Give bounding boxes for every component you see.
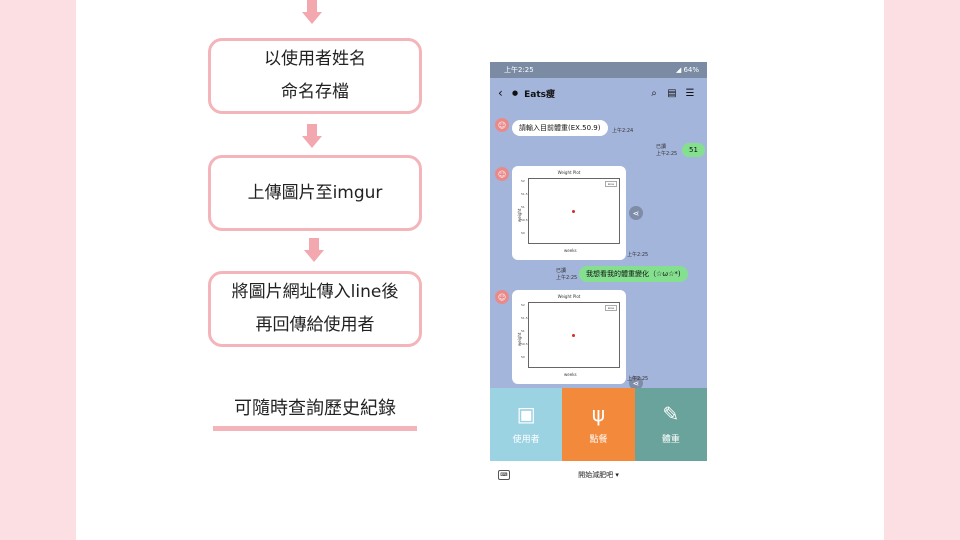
bot-avatar-icon: ☺ xyxy=(495,290,509,304)
menu-icon[interactable]: ☰ xyxy=(681,88,699,99)
flow-text: 命名存檔 xyxy=(281,82,349,102)
message-bubble: 請輸入目前體重(EX.50.9) xyxy=(512,120,608,136)
message-bubble: 我想看我的體重變化（☆ω☆*) xyxy=(579,266,688,282)
status-icons: ◢ 64% xyxy=(675,66,699,74)
plot-title: Weight Plot xyxy=(557,170,581,175)
message-time: 上午2:25 xyxy=(556,275,578,281)
phone-screenshot: 上午2:25 ◢ 64% ‹ ● Eats瘦 ⌕ ▤ ☰ ☺ 請輸入目前體重(E… xyxy=(490,62,707,488)
menu-label: 使用者 xyxy=(512,435,540,445)
status-time: 上午2:25 xyxy=(504,66,534,74)
history-underline xyxy=(213,426,417,431)
keyboard-icon[interactable]: ⌨ xyxy=(498,469,510,480)
menu-weight-button[interactable]: ✎ 體重 xyxy=(634,388,707,461)
plot-legend: Line xyxy=(604,305,617,311)
plot-title: Weight Plot xyxy=(557,294,581,299)
message-bubble: 51 xyxy=(682,143,705,157)
edit-icon: ✎ xyxy=(662,402,680,426)
message-time: 上午2:25 xyxy=(627,252,649,258)
rich-menu: ▣ 使用者 ψ 點餐 ✎ 體重 xyxy=(490,388,707,461)
y-tick: 52 xyxy=(521,179,525,183)
back-arrow-icon[interactable]: ‹ xyxy=(498,86,512,100)
plot-image[interactable]: Weight Plot Line 52 51.5 51 50.5 50 week… xyxy=(512,166,626,260)
y-tick: 50.5 xyxy=(521,342,528,346)
menu-switch-button[interactable]: 開始減肥吧 ▾ xyxy=(510,470,687,480)
y-tick: 50.5 xyxy=(521,218,528,222)
plot-axes: Line xyxy=(528,302,620,368)
flow-text: 將圖片網址傳入line後 xyxy=(231,282,399,302)
plot-axes: Line xyxy=(528,178,620,244)
flow-box-send: 將圖片網址傳入line後 再回傳給使用者 xyxy=(208,271,422,347)
read-receipt: 已讀 xyxy=(556,268,567,274)
flow-box-upload: 上傳圖片至imgur xyxy=(208,155,422,231)
data-point xyxy=(572,210,575,213)
menu-order-button[interactable]: ψ 點餐 xyxy=(562,388,635,461)
menu-label: 體重 xyxy=(661,435,680,445)
flow-text: 再回傳給使用者 xyxy=(255,315,375,335)
status-bar: 上午2:25 ◢ 64% xyxy=(490,62,707,78)
data-point xyxy=(572,334,575,337)
flow-box-save: 以使用者姓名 命名存檔 xyxy=(208,38,422,114)
y-tick: 50 xyxy=(521,355,525,359)
chat-area[interactable]: ☺ 請輸入目前體重(EX.50.9) 上午2:24 已讀 上午2:25 51 ☺… xyxy=(490,108,707,390)
y-tick: 52 xyxy=(521,303,525,307)
notes-icon[interactable]: ▤ xyxy=(663,88,681,99)
bottom-bar: ⌨ 開始減肥吧 ▾ xyxy=(490,461,707,488)
plot-xlabel: weeks xyxy=(564,248,577,253)
plot-legend: Line xyxy=(604,181,617,187)
flow-text: 上傳圖片至imgur xyxy=(247,182,383,203)
bot-avatar-icon: ● xyxy=(512,89,519,97)
message-time: 上午2:25 xyxy=(627,376,649,382)
message-time: 上午2:25 xyxy=(656,151,678,157)
menu-label: 點餐 xyxy=(589,435,608,445)
y-tick: 51.5 xyxy=(521,316,528,320)
read-receipt: 已讀 xyxy=(656,144,667,150)
plot-xlabel: weeks xyxy=(564,372,577,377)
message-time: 上午2:24 xyxy=(612,128,634,134)
chat-header: ‹ ● Eats瘦 ⌕ ▤ ☰ xyxy=(490,78,707,108)
plot-ylabel: weight xyxy=(517,332,522,347)
menu-user-button[interactable]: ▣ 使用者 xyxy=(490,388,563,461)
plot-ylabel: weight xyxy=(517,208,522,223)
fork-knife-icon: ψ xyxy=(591,402,606,426)
id-card-icon: ▣ xyxy=(516,402,536,426)
y-tick: 50 xyxy=(521,231,525,235)
bot-avatar-icon: ☺ xyxy=(495,167,509,181)
search-icon[interactable]: ⌕ xyxy=(645,88,663,99)
y-tick: 51.5 xyxy=(521,192,528,196)
chat-title: Eats瘦 xyxy=(524,89,555,100)
slide xyxy=(76,0,884,540)
bot-avatar-icon: ☺ xyxy=(495,118,509,132)
battery-level: 64% xyxy=(683,66,699,74)
plot-image[interactable]: Weight Plot Line 52 51.5 51 50.5 50 week… xyxy=(512,290,626,384)
share-icon[interactable]: ⋖ xyxy=(629,206,643,220)
flow-text: 以使用者姓名 xyxy=(264,49,366,69)
history-caption: 可隨時查詢歷史紀錄 xyxy=(234,398,396,419)
